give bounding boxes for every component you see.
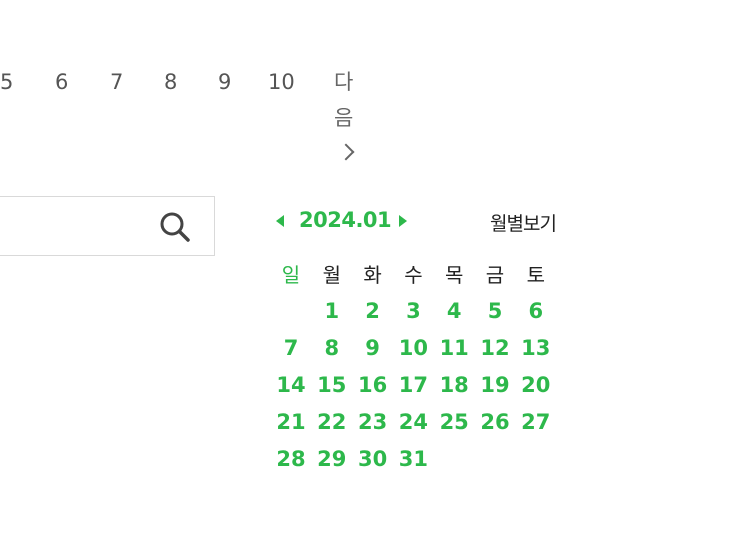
page-link[interactable]: 8 — [164, 64, 177, 100]
page-link[interactable]: 10 — [268, 64, 295, 100]
calendar-day[interactable]: 7 — [271, 335, 311, 361]
calendar-day[interactable]: 6 — [516, 298, 556, 324]
calendar-title: 2024.01 — [299, 208, 392, 232]
weekday-label: 수 — [404, 263, 423, 287]
calendar-day[interactable]: 10 — [393, 335, 433, 361]
monthly-view-link[interactable]: 월별보기 — [490, 210, 557, 238]
weekday-label: 금 — [485, 263, 505, 287]
next-label: 다음 — [334, 70, 354, 130]
calendar-day[interactable]: 14 — [271, 372, 311, 398]
calendar-day[interactable]: 8 — [312, 335, 352, 361]
calendar-day[interactable]: 31 — [393, 446, 433, 472]
weekday-label: 토 — [526, 263, 545, 287]
page-link[interactable]: 5 — [0, 64, 13, 100]
calendar-day[interactable]: 20 — [516, 372, 556, 398]
search-button[interactable] — [157, 209, 193, 245]
calendar-day[interactable]: 22 — [312, 409, 352, 435]
calendar-day[interactable]: 24 — [393, 409, 433, 435]
calendar-day[interactable]: 26 — [475, 409, 515, 435]
calendar-day[interactable]: 11 — [434, 335, 474, 361]
calendar-day[interactable]: 19 — [475, 372, 515, 398]
calendar-day[interactable]: 5 — [475, 298, 515, 324]
weekday-label: 월 — [322, 263, 341, 287]
calendar-day[interactable]: 15 — [312, 372, 352, 398]
calendar-day[interactable]: 21 — [271, 409, 311, 435]
weekday-label: 일 — [281, 263, 301, 287]
calendar-day[interactable]: 13 — [516, 335, 556, 361]
calendar-day[interactable]: 27 — [516, 409, 556, 435]
page-link[interactable]: 9 — [218, 64, 231, 100]
weekday-label: 목 — [444, 263, 464, 287]
calendar-day[interactable]: 9 — [353, 335, 393, 361]
calendar-day[interactable]: 2 — [353, 298, 393, 324]
calendar-day[interactable]: 1 — [312, 298, 352, 324]
calendar-day[interactable]: 28 — [271, 446, 311, 472]
search-icon — [160, 212, 190, 242]
calendar-day[interactable]: 17 — [393, 372, 433, 398]
search-box — [0, 196, 215, 257]
calendar-day[interactable]: 30 — [353, 446, 393, 472]
calendar-day[interactable]: 29 — [312, 446, 352, 472]
weekday-label: 화 — [363, 263, 382, 287]
calendar-day[interactable]: 16 — [353, 372, 393, 398]
calendar-day[interactable]: 12 — [475, 335, 515, 361]
calendar-day[interactable]: 4 — [434, 298, 474, 324]
calendar-day[interactable]: 3 — [393, 298, 433, 324]
calendar-day[interactable]: 23 — [353, 409, 393, 435]
calendar-day[interactable]: 18 — [434, 372, 474, 398]
page-link[interactable]: 6 — [55, 64, 68, 100]
page-link[interactable]: 7 — [110, 64, 123, 100]
next-page-link[interactable]: 다음 — [334, 64, 355, 172]
calendar-day[interactable]: 25 — [434, 409, 474, 435]
calendar-header: 2024.01 월별보기 — [276, 206, 566, 235]
prev-month-icon[interactable] — [276, 215, 284, 227]
search-input[interactable] — [0, 197, 159, 257]
next-month-icon[interactable] — [399, 215, 407, 227]
chevron-right-icon — [337, 143, 355, 161]
